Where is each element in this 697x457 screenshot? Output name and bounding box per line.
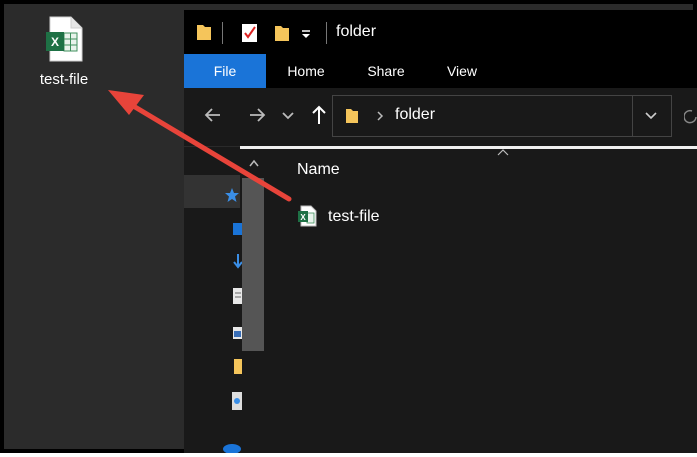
desktop-icon[interactable] [232,221,242,237]
documents-icon[interactable] [232,287,242,305]
nav-scrollbar[interactable] [242,154,266,453]
folder-icon[interactable] [232,357,242,375]
title-separator [326,22,327,44]
sort-ascending-icon [497,149,509,156]
screenshot-frame: X test-file folder File Home Share View … [0,0,697,453]
svg-text:X: X [300,213,306,222]
tab-file[interactable]: File [184,54,266,88]
folder-icon[interactable] [196,22,212,42]
address-dropdown-button[interactable] [632,95,672,137]
address-dropdown-icon [645,112,657,120]
address-path: folder [395,106,436,123]
disc-icon[interactable] [230,391,242,411]
back-arrow-icon[interactable] [200,102,226,128]
new-folder-icon[interactable] [274,22,290,44]
window-title: folder [336,23,377,40]
pictures-icon[interactable] [232,325,242,341]
properties-checklist-icon[interactable] [240,22,260,44]
tab-view[interactable]: View [432,54,492,88]
scroll-thumb[interactable] [242,178,264,351]
excel-file-icon: X [298,205,317,227]
quick-access-star-icon[interactable] [224,187,240,203]
title-separator [222,22,223,44]
address-bar-row: folder [184,88,697,147]
file-explorer-window: folder File Home Share View folder Name … [184,10,697,453]
file-name: test-file [328,208,380,225]
excel-file-icon: X [46,16,83,62]
downloads-icon[interactable] [232,253,242,271]
file-list-item[interactable]: X test-file [297,205,497,229]
refresh-icon[interactable] [684,108,697,126]
column-header-name[interactable]: Name [297,161,340,179]
desktop-file-label: test-file [39,71,89,88]
desktop-file-item[interactable]: X test-file [28,16,100,96]
onedrive-icon[interactable] [222,441,242,453]
svg-text:X: X [51,35,59,49]
ribbon-tabs: File Home Share View [184,54,697,88]
up-arrow-icon[interactable] [306,102,332,128]
navigation-pane [184,149,268,453]
chevron-right-icon[interactable] [375,110,385,122]
recent-locations-icon[interactable] [280,102,296,128]
customize-dropdown-icon[interactable] [300,28,312,40]
forward-arrow-icon[interactable] [244,102,270,128]
scroll-up-icon[interactable] [248,158,260,168]
tab-share[interactable]: Share [356,54,416,88]
file-list-pane: Name X test-file [268,149,697,453]
title-bar: folder [184,10,697,54]
tab-home[interactable]: Home [276,54,336,88]
folder-icon [346,109,358,123]
address-box[interactable]: folder [332,95,633,137]
